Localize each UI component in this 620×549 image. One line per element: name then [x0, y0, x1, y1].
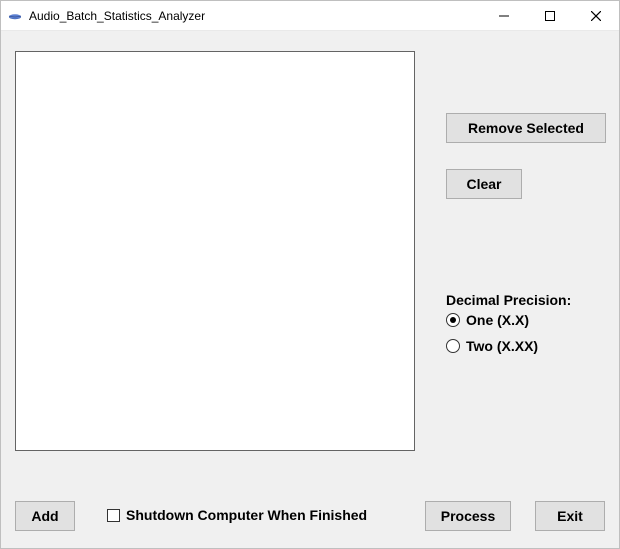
radio-icon	[446, 313, 460, 327]
exit-button[interactable]: Exit	[535, 501, 605, 531]
titlebar: Audio_Batch_Statistics_Analyzer	[1, 1, 619, 31]
window-controls	[481, 1, 619, 30]
file-listbox[interactable]	[15, 51, 415, 451]
app-window: Audio_Batch_Statistics_Analyzer Remove S…	[0, 0, 620, 549]
process-button[interactable]: Process	[425, 501, 511, 531]
decimal-precision-group: Decimal Precision: One (X.X) Two (X.XX)	[446, 292, 611, 364]
precision-option-one[interactable]: One (X.X)	[446, 312, 611, 328]
remove-selected-button[interactable]: Remove Selected	[446, 113, 606, 143]
precision-option-two[interactable]: Two (X.XX)	[446, 338, 611, 354]
precision-option-one-label: One (X.X)	[466, 312, 529, 328]
app-icon	[7, 8, 23, 24]
shutdown-checkbox-row[interactable]: Shutdown Computer When Finished	[107, 507, 367, 523]
add-button[interactable]: Add	[15, 501, 75, 531]
precision-option-two-label: Two (X.XX)	[466, 338, 538, 354]
clear-button[interactable]: Clear	[446, 169, 522, 199]
shutdown-checkbox-label: Shutdown Computer When Finished	[126, 507, 367, 523]
radio-icon	[446, 339, 460, 353]
minimize-button[interactable]	[481, 1, 527, 30]
window-title: Audio_Batch_Statistics_Analyzer	[29, 9, 205, 23]
checkbox-icon	[107, 509, 120, 522]
close-button[interactable]	[573, 1, 619, 30]
client-area: Remove Selected Clear Decimal Precision:…	[1, 31, 619, 548]
maximize-button[interactable]	[527, 1, 573, 30]
decimal-precision-label: Decimal Precision:	[446, 292, 611, 308]
